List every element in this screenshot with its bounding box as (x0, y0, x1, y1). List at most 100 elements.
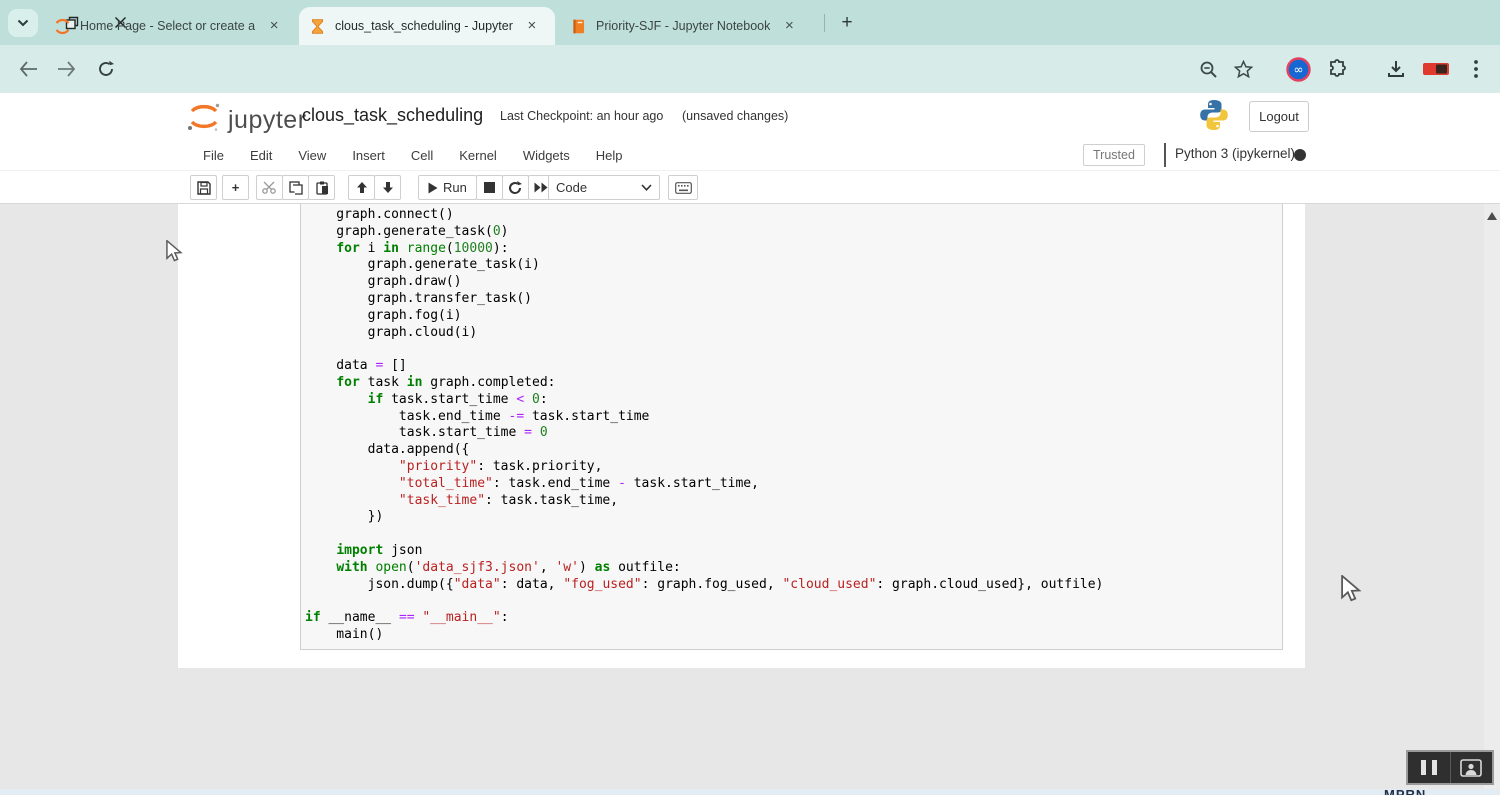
tab-title: Home Page - Select or create a (80, 19, 255, 33)
code-line (305, 526, 1278, 543)
recorder-control[interactable] (1406, 750, 1494, 785)
browser-menu-button[interactable] (1460, 53, 1492, 85)
menu-kernel[interactable]: Kernel (446, 142, 510, 169)
menu-cell[interactable]: Cell (398, 142, 446, 169)
code-token: ) (579, 560, 595, 575)
code-token: "__main__" (422, 610, 500, 625)
code-token: task (360, 375, 407, 390)
code-line: graph.transfer_task() (305, 291, 1278, 308)
kernel-busy-indicator (1294, 149, 1306, 161)
run-label: Run (443, 180, 467, 195)
command-palette-button[interactable] (668, 175, 698, 200)
code-token: open (375, 560, 406, 575)
cut-cell-button[interactable] (256, 175, 283, 200)
code-token: graph.connect() (305, 207, 454, 222)
notebook-toolbar: + (0, 171, 1500, 204)
tab-clous-task-scheduling[interactable]: clous_task_scheduling - Jupyter × (299, 7, 555, 45)
bookmark-button[interactable] (1227, 53, 1259, 85)
pause-recording-button[interactable] (1408, 752, 1450, 783)
jupyter-logo[interactable]: jupyter (186, 101, 307, 133)
save-icon (197, 181, 211, 195)
code-token: : graph.fog_used, (642, 577, 783, 592)
code-line: task.end_time -= task.start_time (305, 409, 1278, 426)
code-token: i (360, 241, 383, 256)
code-token: }) (305, 509, 383, 524)
zoom-button[interactable] (1192, 53, 1224, 85)
tab-home-page[interactable]: Home Page - Select or create a × (44, 7, 294, 45)
arrow-down-icon (382, 181, 394, 194)
code-token: for (336, 241, 359, 256)
code-token (524, 392, 532, 407)
code-cell-input[interactable]: graph.connect() graph.generate_task(0) f… (300, 204, 1283, 650)
move-cell-up-button[interactable] (348, 175, 375, 200)
code-token: "priority" (399, 459, 477, 474)
cell-type-dropdown[interactable]: Code (548, 175, 660, 200)
forward-button[interactable] (50, 53, 82, 85)
tab-priority-sjf[interactable]: Priority-SJF - Jupyter Notebook × (560, 7, 818, 45)
interrupt-kernel-button[interactable] (476, 175, 503, 200)
code-token: in (383, 241, 399, 256)
code-token: == (399, 610, 415, 625)
code-token: data.append({ (305, 442, 469, 457)
trusted-badge[interactable]: Trusted (1083, 144, 1145, 166)
code-token: < (516, 392, 524, 407)
star-icon (1234, 60, 1253, 79)
tab-close-icon[interactable]: × (265, 17, 283, 35)
logout-button[interactable]: Logout (1249, 101, 1309, 132)
code-token (532, 425, 540, 440)
jupyter-header: jupyter clous_task_scheduling Last Check… (0, 93, 1500, 140)
copy-cell-button[interactable] (282, 175, 309, 200)
new-tab-button[interactable]: + (834, 11, 860, 35)
code-token: : (540, 392, 548, 407)
copy-icon (289, 181, 303, 195)
code-token (305, 392, 368, 407)
page-scrollbar[interactable] (1484, 204, 1500, 795)
taskbar-edge (0, 789, 1500, 795)
back-button[interactable] (12, 53, 44, 85)
downloads-button[interactable] (1380, 53, 1412, 85)
webcam-view-button[interactable] (1451, 752, 1493, 783)
restart-kernel-button[interactable] (502, 175, 529, 200)
move-cell-down-button[interactable] (374, 175, 401, 200)
extension-vpn-button[interactable]: ∞ (1282, 53, 1314, 85)
person-frame-icon (1460, 759, 1482, 777)
save-button[interactable] (190, 175, 217, 200)
notebook-icon (570, 18, 587, 35)
three-dot-menu-icon (1474, 60, 1478, 78)
menu-help[interactable]: Help (583, 142, 636, 169)
code-token: data (305, 358, 375, 373)
extensions-button[interactable] (1322, 53, 1354, 85)
code-token: 0 (493, 224, 501, 239)
code-token (305, 241, 336, 256)
code-line: }) (305, 509, 1278, 526)
code-token: task.start_time (524, 409, 649, 424)
notebook-scroll-area[interactable]: graph.connect() graph.generate_task(0) f… (0, 204, 1500, 795)
tab-search-button[interactable] (8, 9, 38, 37)
tab-close-icon[interactable]: × (780, 17, 798, 35)
extension-badge-button[interactable] (1420, 53, 1452, 85)
menu-view[interactable]: View (285, 142, 339, 169)
code-token (305, 493, 399, 508)
scrollbar-up-arrow[interactable] (1487, 212, 1497, 220)
menu-widgets[interactable]: Widgets (510, 142, 583, 169)
tab-close-icon[interactable]: × (523, 17, 541, 35)
notebook-menubar: File Edit View Insert Cell Kernel Widget… (0, 140, 1500, 171)
code-token: : data, (501, 577, 564, 592)
code-token: graph.fog(i) (305, 308, 462, 323)
code-line: graph.draw() (305, 274, 1278, 291)
menu-insert[interactable]: Insert (339, 142, 398, 169)
reload-button[interactable] (90, 53, 122, 85)
paste-cell-button[interactable] (308, 175, 335, 200)
notebook-title[interactable]: clous_task_scheduling (302, 105, 483, 126)
kernel-separator (1164, 143, 1166, 167)
restart-icon (508, 181, 522, 195)
menu-file[interactable]: File (190, 142, 237, 169)
menu-edit[interactable]: Edit (237, 142, 285, 169)
code-token: graph.generate_task( (305, 224, 493, 239)
code-token: "cloud_used" (782, 577, 876, 592)
code-token: task.start_time, (626, 476, 759, 491)
add-cell-button[interactable]: + (222, 175, 249, 200)
chevron-down-icon (17, 19, 29, 27)
code-token (399, 241, 407, 256)
run-cell-button[interactable]: Run (418, 175, 477, 200)
